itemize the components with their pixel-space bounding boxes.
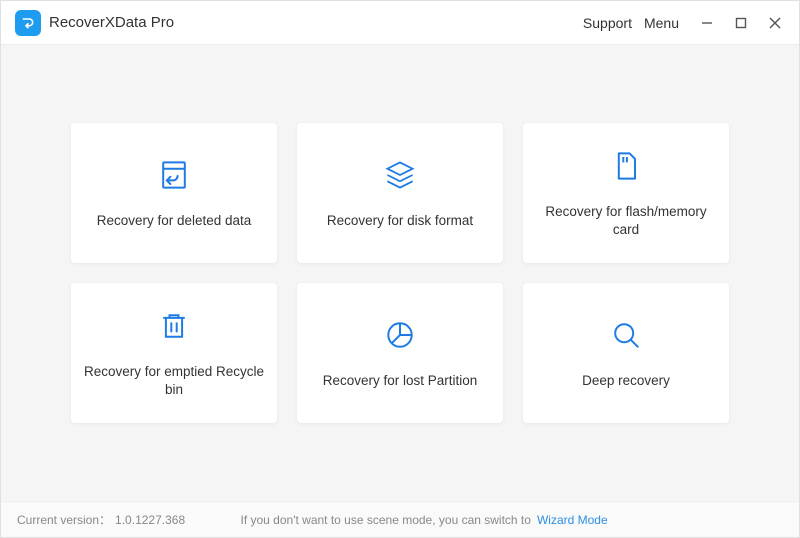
card-recycle-bin[interactable]: Recovery for emptied Recycle bin — [71, 283, 277, 423]
card-deep-recovery[interactable]: Deep recovery — [523, 283, 729, 423]
card-flash-memory[interactable]: Recovery for flash/memory card — [523, 123, 729, 263]
trash-icon — [156, 307, 192, 345]
wizard-mode-link[interactable]: Wizard Mode — [537, 513, 608, 527]
version-label: Current version： — [17, 511, 111, 528]
sd-card-icon — [608, 147, 644, 185]
app-window: RecoverXData Pro Support Menu — [0, 0, 800, 538]
card-label: Recovery for lost Partition — [323, 372, 478, 390]
titlebar: RecoverXData Pro Support Menu — [1, 1, 799, 45]
magnify-icon — [608, 316, 644, 354]
card-label: Recovery for flash/memory card — [533, 203, 719, 238]
card-label: Recovery for disk format — [327, 212, 473, 230]
maximize-icon — [734, 16, 748, 30]
maximize-button[interactable] — [729, 11, 753, 35]
disk-stack-icon — [382, 156, 418, 194]
window-controls — [695, 11, 787, 35]
card-lost-partition[interactable]: Recovery for lost Partition — [297, 283, 503, 423]
close-button[interactable] — [763, 11, 787, 35]
file-restore-icon — [156, 156, 192, 194]
app-logo — [15, 10, 41, 36]
recovery-card-grid: Recovery for deleted data Recovery for d… — [71, 123, 729, 423]
menu-link[interactable]: Menu — [644, 15, 679, 31]
version-value: 1.0.1227.368 — [115, 513, 185, 527]
content-area: Recovery for deleted data Recovery for d… — [1, 45, 799, 501]
app-title: RecoverXData Pro — [49, 14, 174, 31]
switch-mode-text: If you don't want to use scene mode, you… — [240, 513, 530, 527]
card-disk-format[interactable]: Recovery for disk format — [297, 123, 503, 263]
card-deleted-data[interactable]: Recovery for deleted data — [71, 123, 277, 263]
minimize-icon — [700, 16, 714, 30]
close-icon — [768, 16, 782, 30]
support-link[interactable]: Support — [583, 15, 632, 31]
card-label: Recovery for emptied Recycle bin — [81, 363, 267, 398]
card-label: Deep recovery — [582, 372, 670, 390]
footer: Current version： 1.0.1227.368 If you don… — [1, 501, 799, 537]
partition-icon — [382, 316, 418, 354]
card-label: Recovery for deleted data — [97, 212, 252, 230]
minimize-button[interactable] — [695, 11, 719, 35]
